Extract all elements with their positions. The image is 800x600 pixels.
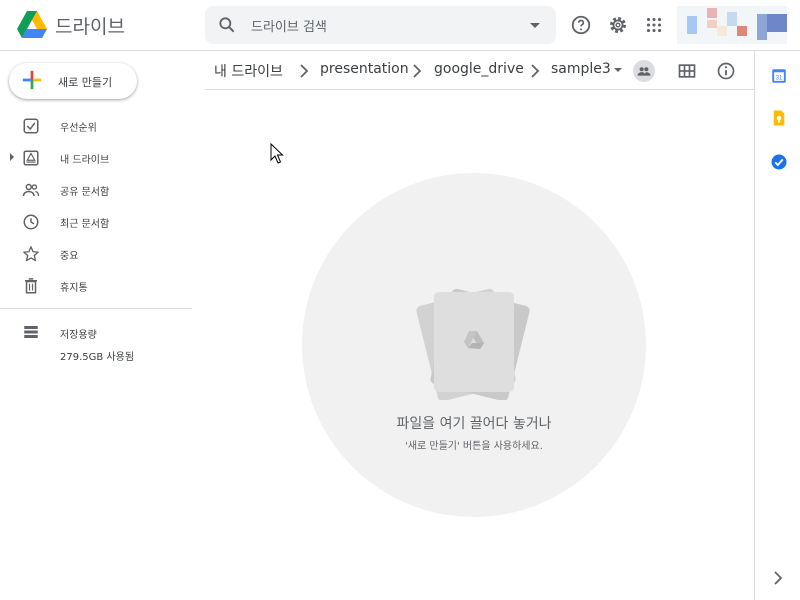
- sidebar-item-label: 휴지통: [60, 283, 88, 294]
- plus-icon: [22, 70, 42, 90]
- empty-state-subtitle: '새로 만들기' 버튼을 사용하세요.: [405, 441, 543, 452]
- chevron-right-icon: [531, 64, 540, 78]
- search-icon[interactable]: [217, 15, 237, 35]
- help-icon[interactable]: [570, 14, 592, 36]
- tasks-icon[interactable]: [770, 153, 788, 171]
- top-bar: 드라이브 드라이브 검색: [0, 0, 800, 51]
- folder-menu-caret-icon[interactable]: [614, 68, 622, 72]
- star-icon: [23, 246, 39, 262]
- breadcrumb-item-google-drive[interactable]: google_drive: [434, 61, 524, 77]
- sidebar-item-label: 중요: [60, 251, 79, 262]
- breadcrumb: 내 드라이브 presentation google_drive sample3: [205, 51, 754, 90]
- sidebar-item-trash[interactable]: 휴지통: [0, 270, 192, 302]
- search-options-icon[interactable]: [530, 23, 540, 28]
- shared-icon: [22, 183, 40, 197]
- app-name[interactable]: 드라이브: [55, 12, 125, 39]
- storage-label[interactable]: 저장용량: [60, 326, 97, 341]
- account-avatar[interactable]: [677, 6, 787, 44]
- storage-icon: [24, 326, 38, 338]
- sidebar-item-label: 최근 문서함: [60, 219, 110, 230]
- clock-icon: [23, 214, 39, 230]
- shared-folder-badge[interactable]: [633, 60, 655, 82]
- sidebar-item-label: 공유 문서함: [60, 187, 110, 198]
- search-bar[interactable]: 드라이브 검색: [205, 6, 556, 44]
- empty-state-title: 파일을 여기 끌어다 놓거나: [396, 416, 552, 432]
- breadcrumb-item-presentation[interactable]: presentation: [320, 61, 409, 77]
- trash-icon: [25, 278, 37, 294]
- sidebar-item-recent[interactable]: 최근 문서함: [0, 206, 192, 238]
- new-button-label: 새로 만들기: [58, 76, 113, 89]
- side-panel: 31: [754, 51, 800, 600]
- breadcrumb-item-my-drive[interactable]: 내 드라이브: [214, 61, 283, 81]
- priority-icon: [23, 118, 39, 134]
- sidebar-divider: [0, 308, 192, 309]
- sidebar-item-starred[interactable]: 중요: [0, 238, 192, 270]
- settings-icon[interactable]: [607, 14, 629, 36]
- mouse-cursor-icon: [270, 143, 284, 164]
- sidebar-item-my-drive[interactable]: 내 드라이브: [0, 142, 192, 174]
- search-input[interactable]: 드라이브 검색: [251, 16, 327, 35]
- sidebar-item-shared[interactable]: 공유 문서함: [0, 174, 192, 206]
- apps-grid-icon[interactable]: [643, 14, 665, 36]
- sidebar-item-priority[interactable]: 우선순위: [0, 110, 192, 142]
- new-button[interactable]: 새로 만들기: [9, 63, 137, 99]
- chevron-right-icon: [300, 64, 309, 78]
- keep-icon[interactable]: [770, 109, 788, 127]
- breadcrumb-item-sample3[interactable]: sample3: [551, 61, 611, 77]
- sidebar-item-label: 내 드라이브: [60, 155, 110, 166]
- calendar-icon[interactable]: 31: [770, 67, 788, 85]
- expand-panel-icon[interactable]: [773, 571, 783, 585]
- people-icon: [637, 67, 651, 76]
- empty-folder-illustration: [416, 288, 530, 400]
- sidebar-item-label: 우선순위: [60, 123, 97, 134]
- sidebar: 새로 만들기 우선순위 내 드라이브 공유 문서함 최근 문서함 중요 휴지통 …: [0, 51, 192, 600]
- drive-logo-icon[interactable]: [16, 10, 48, 40]
- svg-text:31: 31: [776, 75, 783, 81]
- storage-used-text: 279.5GB 사용됨: [60, 352, 135, 363]
- chevron-right-icon: [413, 64, 422, 78]
- my-drive-icon: [23, 150, 39, 166]
- expand-arrow-icon[interactable]: [10, 153, 14, 161]
- grid-view-icon[interactable]: [677, 61, 697, 81]
- info-icon[interactable]: [716, 61, 736, 81]
